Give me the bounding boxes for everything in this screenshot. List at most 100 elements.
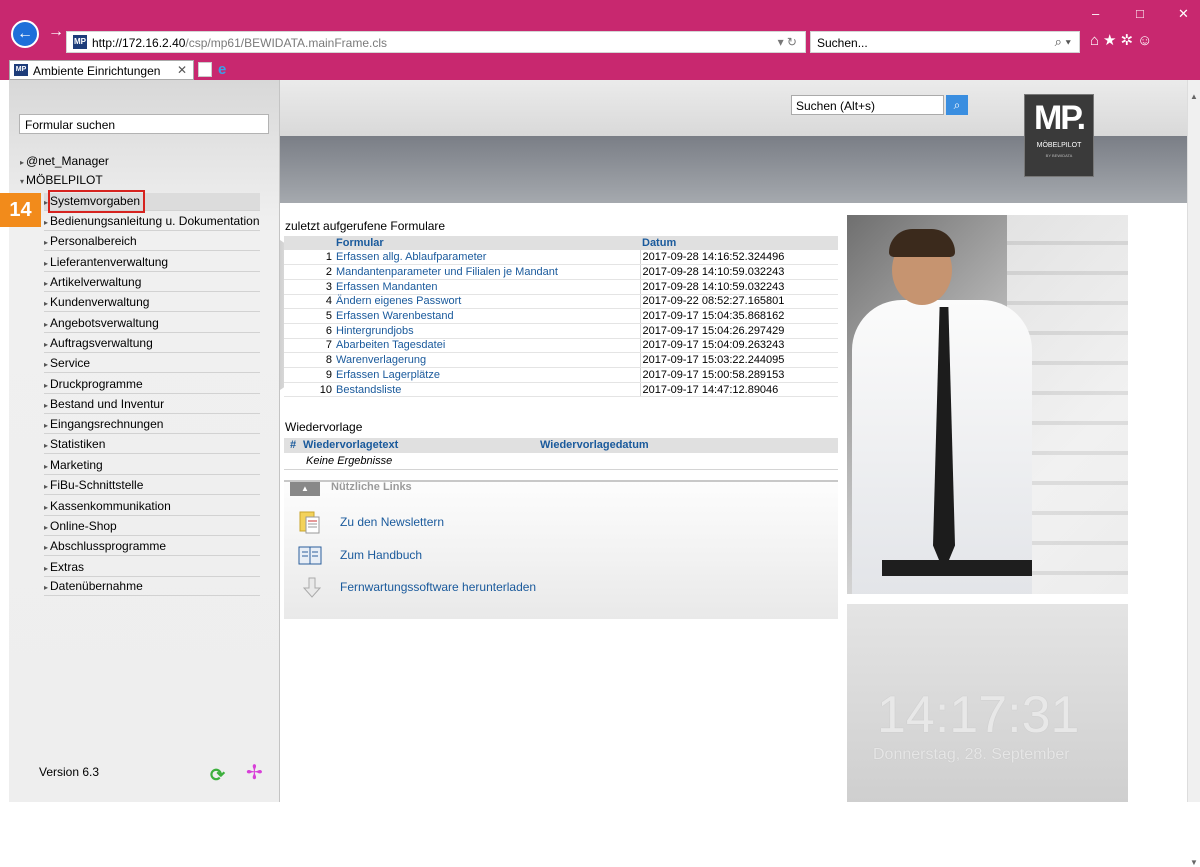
table-row[interactable]: 5 Erfassen Warenbestand 2017-09-17 15:04:3… — [284, 308, 838, 324]
table-row[interactable]: 2 Mandantenparameter und Filialen je Mand… — [284, 264, 838, 280]
form-search-input[interactable]: Formular suchen — [19, 114, 269, 134]
main-search-input[interactable]: Suchen (Alt+s) — [791, 95, 944, 115]
handbook-link[interactable]: Zum Handbuch — [340, 548, 422, 562]
menu-label: Kundenverwaltung — [50, 295, 150, 309]
refresh-icon[interactable]: ⟳ — [210, 765, 225, 786]
form-link[interactable]: Erfassen Mandanten — [334, 279, 640, 295]
menu-marketing[interactable]: ▸ Marketing — [44, 456, 260, 475]
menu-auftragsverwaltung[interactable]: ▸ Auftragsverwaltung — [44, 334, 260, 353]
row-date: 2017-09-17 15:04:35.868162 — [639, 308, 838, 324]
menu-label: Online-Shop — [50, 519, 117, 533]
row-number: 1 — [284, 250, 334, 266]
menu-bedienungsanleitung[interactable]: ▸ Bedienungsanleitung u. Dokumentation — [44, 212, 260, 231]
table-row[interactable]: 10 Bestandsliste 2017-09-17 14:47:12.89046 — [284, 382, 838, 398]
browser-search-field[interactable]: Suchen... ⌕ ▾ — [810, 31, 1080, 53]
menu-bestand-inventur[interactable]: ▸ Bestand und Inventur — [44, 395, 260, 414]
newsletter-icon — [298, 511, 320, 534]
arrow-icon: ▸ — [44, 320, 49, 329]
back-arrow-icon[interactable]: ← — [11, 20, 39, 48]
menu-eingangsrechnungen[interactable]: ▸ Eingangsrechnungen — [44, 415, 260, 434]
address-bar[interactable]: MP http://172.16.2.40/csp/mp61/BEWIDATA.… — [66, 31, 806, 53]
logo-tagline: BY BEWIDATA — [1045, 153, 1073, 158]
menu-net-manager[interactable]: ▸ @net_Manager — [20, 152, 109, 171]
search-button-icon[interactable]: ⌕ — [946, 95, 968, 115]
form-link[interactable]: Mandantenparameter und Filialen je Manda… — [334, 264, 640, 280]
step-number-badge: 14 — [0, 193, 41, 227]
menu-angebotsverwaltung[interactable]: ▸ Angebotsverwaltung — [44, 314, 260, 333]
maximize-icon[interactable]: □ — [1136, 6, 1144, 21]
menu-extras[interactable]: ▸ Extras — [44, 558, 260, 577]
form-link[interactable]: Erfassen Lagerplätze — [334, 367, 640, 383]
clock-date: Donnerstag, 28. September — [873, 746, 1070, 763]
menu-abschlussprogramme[interactable]: ▸ Abschlussprogramme — [44, 537, 260, 556]
table-row[interactable]: 8 Warenverlagerung 2017-09-17 15:03:22.244… — [284, 352, 838, 368]
form-link[interactable]: Erfassen allg. Ablaufparameter — [334, 250, 640, 266]
table-row[interactable]: 1 Erfassen allg. Ablaufparameter 2017-09-2… — [284, 250, 838, 266]
menu-druckprogramme[interactable]: ▸ Druckprogramme — [44, 375, 260, 394]
menu-label: Marketing — [50, 458, 103, 472]
home-favorites-settings-icons[interactable]: ⌂★✲☺ — [1090, 31, 1156, 49]
tab-ambiente-einrichtungen[interactable]: MP Ambiente Einrichtungen ✕ — [9, 60, 194, 80]
page-scrollbar[interactable]: ▲ ▼ — [1187, 80, 1200, 867]
menu-kundenverwaltung[interactable]: ▸ Kundenverwaltung — [44, 293, 260, 312]
tab-strip: MP Ambiente Einrichtungen ✕ e — [0, 60, 1200, 80]
row-number: 9 — [284, 367, 334, 383]
menu-label: Extras — [50, 560, 85, 574]
new-tab-icon[interactable] — [198, 62, 212, 77]
pin-icon[interactable]: ✢ — [246, 760, 263, 785]
row-date: 2017-09-17 15:00:58.289153 — [639, 367, 838, 383]
search-icon[interactable]: ⌕ ▾ — [1055, 34, 1071, 50]
download-icon — [302, 576, 322, 598]
col-wiedervorlagedatum: Wiedervorlagedatum — [540, 439, 649, 451]
menu-fibu-schnittstelle[interactable]: ▸ FiBu-Schnittstelle — [44, 476, 260, 495]
scroll-down-icon[interactable]: ▼ — [1190, 858, 1198, 867]
url-path: /csp/mp61/BEWIDATA.mainFrame.cls — [185, 36, 388, 50]
row-number: 4 — [284, 294, 334, 310]
newsletter-link[interactable]: Zu den Newslettern — [340, 515, 444, 529]
form-link[interactable]: Erfassen Warenbestand — [334, 308, 640, 324]
row-date: 2017-09-22 08:52:27.165801 — [639, 294, 838, 310]
menu-datenuebernahme[interactable]: ▸ Datenübernahme — [44, 577, 260, 596]
menu-personalbereich[interactable]: ▸ Personalbereich — [44, 232, 260, 251]
arrow-icon: ▸ — [44, 583, 49, 592]
form-link[interactable]: Abarbeiten Tagesdatei — [334, 338, 640, 354]
table-row[interactable]: 9 Erfassen Lagerplätze 2017-09-17 15:00:58… — [284, 367, 838, 383]
collapse-toggle-icon[interactable]: ▲ — [290, 482, 320, 496]
menu-label: Auftragsverwaltung — [50, 336, 153, 350]
handbook-icon — [298, 544, 322, 565]
tab-title: Ambiente Einrichtungen — [33, 64, 161, 78]
menu-lieferantenverwaltung[interactable]: ▸ Lieferantenverwaltung — [44, 253, 260, 272]
address-url[interactable]: http://172.16.2.40/csp/mp61/BEWIDATA.mai… — [92, 36, 387, 50]
row-number: 2 — [284, 264, 334, 280]
form-link[interactable]: Bestandsliste — [334, 382, 640, 398]
table-row[interactable]: 6 Hintergrundjobs 2017-09-17 15:04:26.2974… — [284, 323, 838, 339]
menu-kassenkommunikation[interactable]: ▸ Kassenkommunikation — [44, 497, 260, 516]
table-row[interactable]: 7 Abarbeiten Tagesdatei 2017-09-17 15:04:0… — [284, 338, 838, 354]
table-row[interactable]: 4 Ändern eigenes Passwort 2017-09-22 08:52… — [284, 294, 838, 310]
close-window-icon[interactable]: ✕ — [1178, 6, 1189, 22]
menu-label: Lieferantenverwaltung — [50, 255, 169, 269]
menu-moebelpilot[interactable]: ▾ MÖBELPILOT — [20, 171, 103, 190]
menu-artikelverwaltung[interactable]: ▸ Artikelverwaltung — [44, 273, 260, 292]
tab-close-icon[interactable]: ✕ — [177, 63, 187, 77]
photo-belt — [882, 560, 1032, 576]
form-link[interactable]: Ändern eigenes Passwort — [334, 294, 640, 310]
remote-software-link[interactable]: Fernwartungssoftware herunterladen — [340, 580, 536, 594]
menu-service[interactable]: ▸ Service — [44, 354, 260, 373]
minimize-icon[interactable]: – — [1092, 6, 1099, 21]
menu-label: Druckprogramme — [50, 377, 143, 391]
logo-subtitle: MÖBELPILOT — [1036, 142, 1082, 149]
form-link[interactable]: Hintergrundjobs — [334, 323, 640, 339]
form-link[interactable]: Warenverlagerung — [334, 352, 640, 368]
menu-online-shop[interactable]: ▸ Online-Shop — [44, 517, 260, 536]
refresh-dropdown-icon[interactable]: ▾ ↻ — [778, 35, 797, 49]
row-number: 3 — [284, 279, 334, 295]
forward-arrow-icon[interactable]: → — [48, 23, 64, 41]
useful-links-title: Nützliche Links — [331, 481, 412, 493]
ie-icon[interactable]: e — [218, 61, 226, 78]
scroll-up-icon[interactable]: ▲ — [1190, 92, 1198, 101]
table-row[interactable]: 3 Erfassen Mandanten 2017-09-28 14:10:59.0… — [284, 279, 838, 295]
menu-label: MÖBELPILOT — [26, 173, 103, 187]
menu-label: Eingangsrechnungen — [50, 417, 164, 431]
menu-statistiken[interactable]: ▸ Statistiken — [44, 435, 260, 454]
